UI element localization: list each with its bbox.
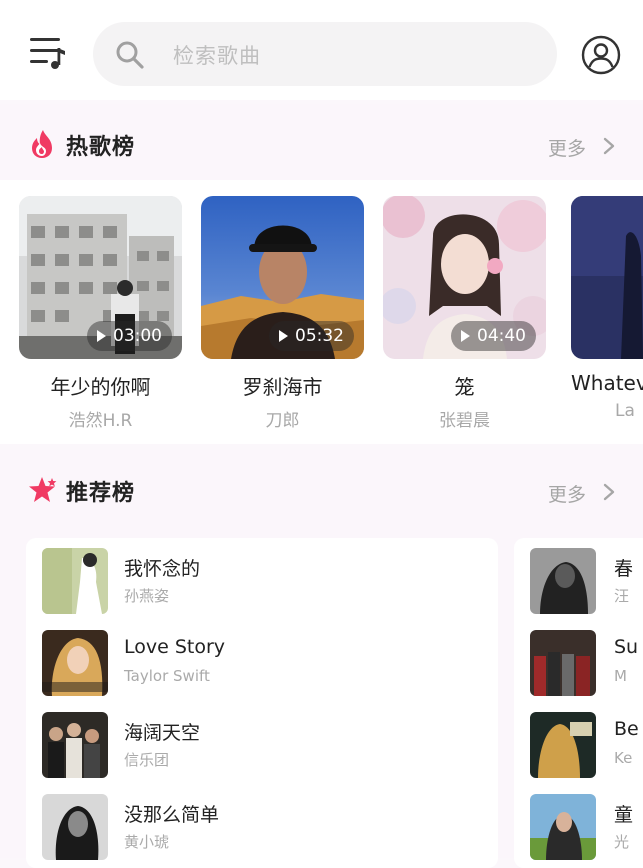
song-artist: 信乐团 [124, 751, 170, 769]
album-thumbnail [530, 794, 596, 860]
album-thumbnail [530, 712, 596, 778]
song-title: 我怀念的 [124, 558, 201, 580]
hot-song-card[interactable]: 05:32 罗刹海市 刀郎 [201, 196, 364, 431]
recommend-list-secondary: 春 汪 Su M Be Ke 童 光 [514, 538, 643, 868]
recommend-section-title: 推荐榜 [66, 481, 136, 506]
recommend-section-header: 推荐榜 更多 [0, 450, 643, 530]
top-bar: 检索歌曲 [0, 0, 643, 100]
song-artist: La [615, 401, 635, 421]
recommend-list: 我怀念的 孙燕姿 Love Story Taylor Swift 海阔天空 信乐… [26, 538, 498, 868]
album-thumbnail [42, 630, 108, 696]
duration-badge: 03:00 [87, 321, 172, 351]
flame-icon [28, 128, 58, 160]
list-item[interactable]: 没那么简单 黄小琥 [42, 794, 482, 860]
song-artist: 汪 [614, 587, 630, 605]
duration-text: 03:00 [113, 326, 162, 346]
song-title: 没那么简单 [124, 804, 220, 826]
album-cover: 05:32 [201, 196, 364, 359]
list-item[interactable]: Love Story Taylor Swift [42, 630, 482, 696]
duration-text: 04:40 [477, 326, 526, 346]
album-cover [571, 196, 643, 359]
album-thumbnail [42, 712, 108, 778]
song-title: Be [614, 718, 639, 740]
duration-badge: 05:32 [269, 321, 354, 351]
playlist-music-icon[interactable] [26, 34, 70, 74]
duration-text: 05:32 [295, 326, 344, 346]
song-title: Su [614, 636, 639, 658]
hot-section-header: 热歌榜 更多 [0, 104, 643, 184]
song-title: Whatev [571, 371, 643, 395]
song-artist: 光 [614, 833, 630, 851]
song-title: 童 [614, 804, 634, 826]
song-title: 春 [614, 558, 634, 580]
star-icon [28, 474, 58, 506]
list-item[interactable]: 童 光 [530, 794, 643, 860]
song-artist: 黄小琥 [124, 833, 170, 851]
song-artist: 孙燕姿 [124, 587, 170, 605]
song-title: 海阔天空 [124, 722, 201, 744]
album-thumbnail [530, 630, 596, 696]
list-item[interactable]: Be Ke [530, 712, 643, 778]
album-cover: 03:00 [19, 196, 182, 359]
search-placeholder: 检索歌曲 [173, 44, 261, 68]
song-artist: 刀郎 [265, 411, 300, 431]
hot-song-card[interactable]: Whatev La [571, 196, 643, 421]
play-icon [97, 330, 106, 342]
search-icon [115, 40, 145, 70]
song-title: 年少的你啊 [50, 375, 151, 399]
song-artist: 张碧晨 [439, 411, 490, 431]
hot-songs-carousel[interactable]: 03:00 年少的你啊 浩然H.R 05:32 罗刹海市 刀郎 04:40 笼 … [0, 180, 643, 444]
hot-more-link[interactable]: 更多 [548, 134, 586, 161]
list-item[interactable]: Su M [530, 630, 643, 696]
list-item[interactable]: 海阔天空 信乐团 [42, 712, 482, 778]
hot-songs-section: 热歌榜 更多 03:00 年少的你啊 浩然H.R 05:32 罗刹海市 刀郎 0… [0, 104, 643, 444]
hot-song-card[interactable]: 03:00 年少的你啊 浩然H.R [19, 196, 182, 431]
duration-badge: 04:40 [451, 321, 536, 351]
search-bar[interactable]: 检索歌曲 [93, 22, 557, 86]
play-icon [461, 330, 470, 342]
song-artist: 浩然H.R [68, 411, 133, 431]
song-artist: M [614, 667, 627, 685]
song-artist: Ke [614, 749, 633, 767]
album-thumbnail [42, 548, 108, 614]
play-icon [279, 330, 288, 342]
list-item[interactable]: 春 汪 [530, 548, 643, 614]
album-thumbnail [42, 794, 108, 860]
hot-song-card[interactable]: 04:40 笼 张碧晨 [383, 196, 546, 431]
song-title: Love Story [124, 636, 226, 658]
album-cover: 04:40 [383, 196, 546, 359]
recommend-more-link[interactable]: 更多 [548, 480, 586, 507]
chevron-right-icon[interactable] [602, 482, 616, 502]
chevron-right-icon[interactable] [602, 136, 616, 156]
song-artist: Taylor Swift [124, 667, 210, 685]
list-item[interactable]: 我怀念的 孙燕姿 [42, 548, 482, 614]
song-title: 罗刹海市 [242, 375, 323, 399]
song-title: 笼 [454, 375, 475, 399]
user-account-icon[interactable] [581, 35, 621, 75]
recommend-section: 推荐榜 更多 我怀念的 孙燕姿 Love Story Taylor Swift … [0, 450, 643, 868]
hot-section-title: 热歌榜 [66, 135, 136, 160]
album-thumbnail [530, 548, 596, 614]
